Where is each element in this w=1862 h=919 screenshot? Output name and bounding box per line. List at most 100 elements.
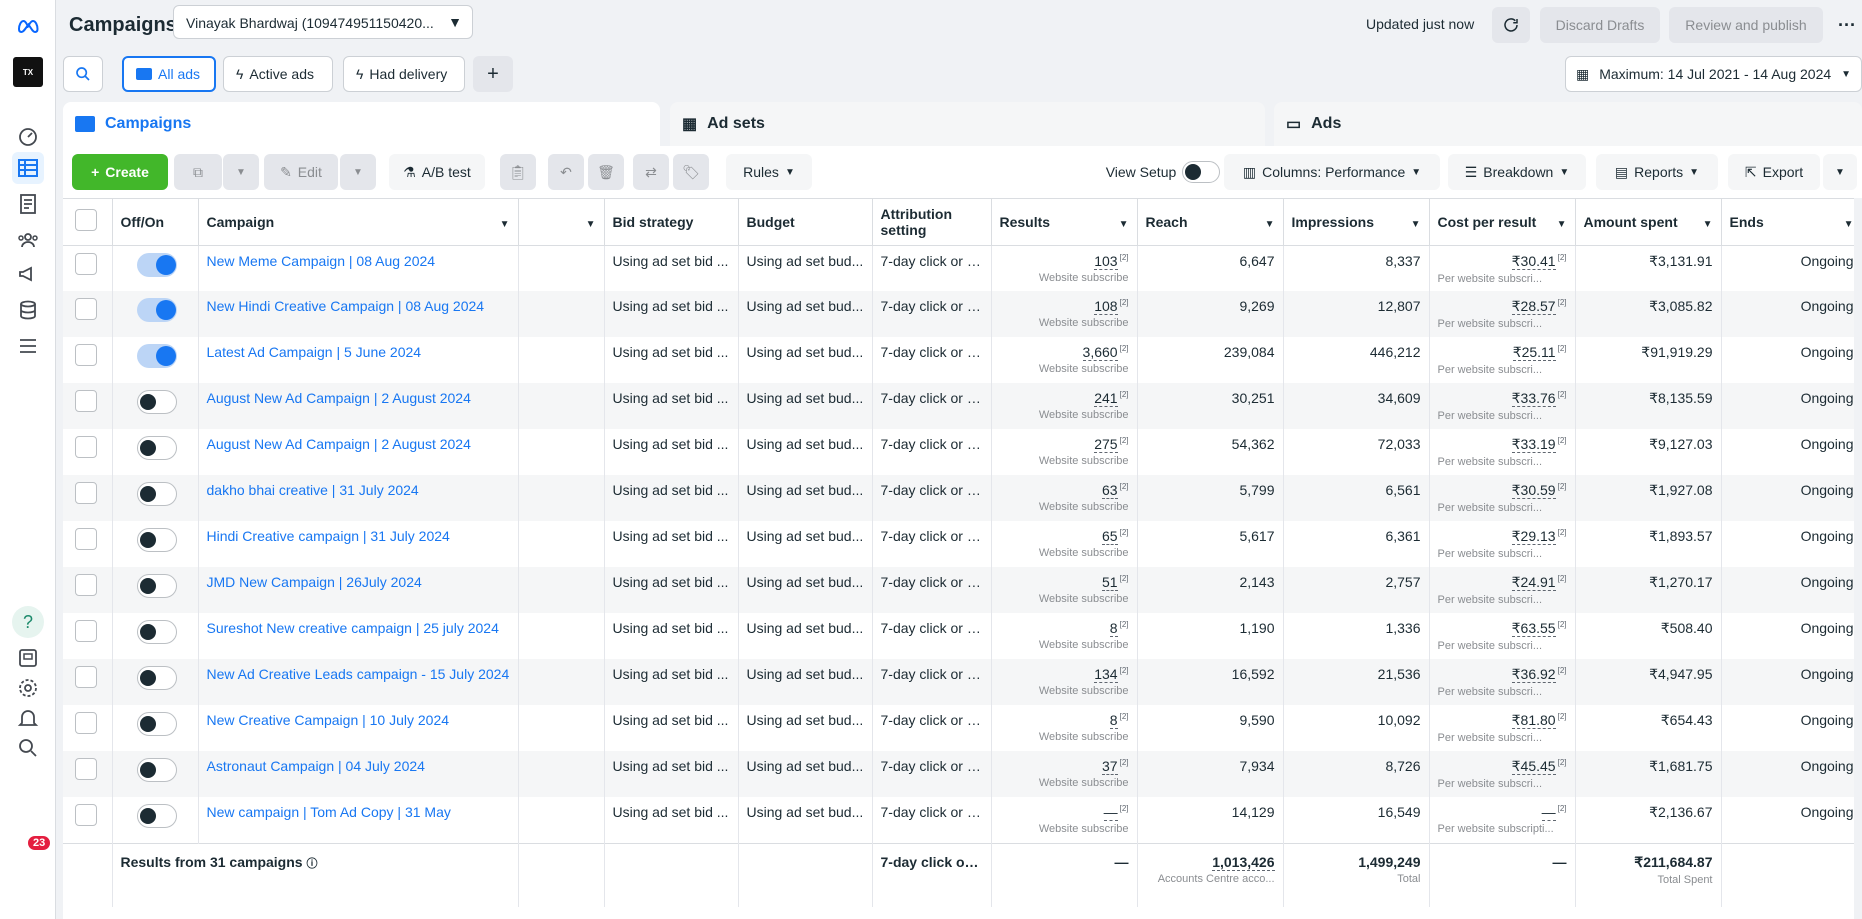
- results-value[interactable]: 51: [1102, 574, 1118, 591]
- undo-button[interactable]: ↶: [548, 154, 584, 190]
- row-checkbox[interactable]: [75, 390, 97, 412]
- create-button[interactable]: + Create: [72, 154, 168, 190]
- cpr-value[interactable]: ₹63.55: [1511, 620, 1556, 637]
- export-dropdown[interactable]: ▼: [1823, 154, 1857, 190]
- row-checkbox[interactable]: [75, 574, 97, 596]
- view-setup-switch[interactable]: [1182, 161, 1221, 183]
- campaign-toggle[interactable]: [136, 620, 177, 644]
- campaign-name-link[interactable]: New campaign | Tom Ad Copy | 31 May: [207, 804, 451, 820]
- ends-header[interactable]: Ends ▼: [1721, 199, 1862, 246]
- impressions-header[interactable]: Impressions ▼: [1283, 199, 1430, 246]
- settings-icon[interactable]: [12, 672, 44, 704]
- campaign-toggle[interactable]: [136, 758, 177, 782]
- campaign-name-link[interactable]: Sureshot New creative campaign | 25 july…: [207, 620, 499, 636]
- delete-button[interactable]: 🗑︎: [588, 154, 624, 190]
- campaigns-table-icon[interactable]: [12, 152, 44, 184]
- row-checkbox[interactable]: [75, 436, 97, 458]
- duplicate-button[interactable]: ⧉: [174, 154, 222, 190]
- table-row[interactable]: Sureshot New creative campaign | 25 july…: [63, 613, 1862, 659]
- news-icon[interactable]: [12, 642, 44, 674]
- results-value[interactable]: 63: [1102, 482, 1118, 499]
- columns-button[interactable]: ▥ Columns: Performance ▼: [1224, 154, 1440, 190]
- date-range-picker[interactable]: ▦ Maximum: 14 Jul 2021 - 14 Aug 2024 ▼: [1565, 56, 1862, 92]
- add-filter-button[interactable]: +: [473, 56, 513, 92]
- edit-dropdown[interactable]: ▼: [340, 154, 376, 190]
- row-checkbox[interactable]: [75, 666, 97, 688]
- review-publish-button[interactable]: Review and publish: [1669, 7, 1823, 43]
- account-avatar[interactable]: TX: [12, 56, 44, 88]
- results-value[interactable]: 103: [1094, 252, 1118, 270]
- results-value[interactable]: 108: [1094, 298, 1118, 315]
- ab-test-button[interactable]: ⚗ A/B test: [389, 154, 485, 190]
- refresh-button[interactable]: [1492, 7, 1530, 43]
- bid-strategy-header[interactable]: Bid strategy: [604, 199, 739, 246]
- export-button[interactable]: ⇱ Export: [1728, 154, 1820, 190]
- campaign-name-link[interactable]: August New Ad Campaign | 2 August 2024: [207, 390, 471, 406]
- row-checkbox[interactable]: [75, 620, 97, 642]
- vertical-scrollbar[interactable]: [1854, 198, 1862, 919]
- results-value[interactable]: —: [1103, 804, 1118, 821]
- table-row[interactable]: New Ad Creative Leads campaign - 15 July…: [63, 659, 1862, 705]
- results-value[interactable]: 8: [1109, 620, 1118, 637]
- clipboard-button[interactable]: 📋︎: [500, 154, 536, 190]
- menu-icon[interactable]: [12, 330, 44, 362]
- campaign-header[interactable]: Campaign ▼: [198, 199, 519, 246]
- had-delivery-filter[interactable]: ϟ Had delivery: [343, 56, 465, 92]
- info-icon[interactable]: ⓘ: [306, 858, 317, 870]
- tab-campaigns[interactable]: Campaigns: [63, 102, 660, 146]
- cpr-value[interactable]: —: [1541, 804, 1556, 821]
- cpr-value[interactable]: ₹29.13: [1511, 528, 1556, 545]
- campaign-name-link[interactable]: Latest Ad Campaign | 5 June 2024: [207, 344, 422, 360]
- cpr-value[interactable]: ₹33.76: [1511, 390, 1556, 407]
- tab-ads[interactable]: ▭ Ads: [1274, 102, 1862, 146]
- table-row[interactable]: JMD New Campaign | 26July 2024 Using ad s…: [63, 567, 1862, 613]
- row-checkbox[interactable]: [75, 804, 97, 826]
- notifications-bell-icon[interactable]: [12, 702, 44, 734]
- reach-header[interactable]: Reach ▼: [1137, 199, 1284, 246]
- row-checkbox[interactable]: [75, 712, 97, 734]
- discard-drafts-button[interactable]: Discard Drafts: [1540, 7, 1660, 43]
- breakdown-button[interactable]: ☰ Breakdown ▼: [1448, 154, 1586, 190]
- row-checkbox[interactable]: [75, 344, 97, 366]
- all-ads-filter[interactable]: All ads: [122, 56, 216, 92]
- campaign-toggle[interactable]: [136, 252, 177, 277]
- campaign-toggle[interactable]: [136, 344, 177, 368]
- more-options-icon[interactable]: ···: [1832, 7, 1862, 43]
- campaign-name-link[interactable]: New Meme Campaign | 08 Aug 2024: [207, 253, 436, 269]
- row-checkbox[interactable]: [75, 252, 97, 275]
- table-row[interactable]: New Meme Campaign | 08 Aug 2024 Using ad …: [63, 245, 1862, 291]
- budget-header[interactable]: Budget: [738, 199, 873, 246]
- table-row[interactable]: dakho bhai creative | 31 July 2024 Using …: [63, 475, 1862, 521]
- table-row[interactable]: New campaign | Tom Ad Copy | 31 May Using…: [63, 797, 1862, 843]
- results-header[interactable]: Results ▼: [991, 199, 1138, 246]
- campaign-toggle[interactable]: [136, 298, 177, 322]
- row-checkbox[interactable]: [75, 482, 97, 504]
- campaign-toggle[interactable]: [136, 804, 177, 828]
- table-row[interactable]: August New Ad Campaign | 2 August 2024 Us…: [63, 383, 1862, 429]
- share-button[interactable]: ⇄: [633, 154, 669, 190]
- campaign-toggle[interactable]: [136, 482, 177, 506]
- campaign-name-link[interactable]: New Ad Creative Leads campaign - 15 July…: [207, 666, 510, 682]
- cpr-value[interactable]: ₹81.80: [1511, 712, 1556, 729]
- campaign-toggle[interactable]: [136, 574, 177, 598]
- table-row[interactable]: New Hindi Creative Campaign | 08 Aug 202…: [63, 291, 1862, 337]
- table-row[interactable]: Latest Ad Campaign | 5 June 2024 Using ad…: [63, 337, 1862, 383]
- campaign-name-link[interactable]: August New Ad Campaign | 2 August 2024: [207, 436, 471, 452]
- results-value[interactable]: 65: [1102, 528, 1118, 545]
- cpr-value[interactable]: ₹33.19: [1511, 436, 1556, 453]
- row-checkbox[interactable]: [75, 528, 97, 550]
- results-value[interactable]: 37: [1102, 758, 1118, 775]
- results-value[interactable]: 241: [1094, 390, 1118, 407]
- row-checkbox[interactable]: [75, 758, 97, 780]
- cpr-value[interactable]: ₹24.91: [1511, 574, 1556, 591]
- reports-icon[interactable]: [12, 188, 44, 220]
- campaign-toggle[interactable]: [136, 436, 177, 460]
- view-setup-toggle[interactable]: View Setup: [1095, 154, 1231, 190]
- account-selector[interactable]: Vinayak Bhardwaj (109474951150420... ▼: [173, 5, 473, 39]
- table-row[interactable]: Astronaut Campaign | 04 July 2024 Using a…: [63, 751, 1862, 797]
- attribution-header[interactable]: Attribution setting: [872, 199, 992, 246]
- campaign-toggle[interactable]: [136, 390, 177, 414]
- dashboard-icon[interactable]: [12, 120, 44, 152]
- campaign-name-link[interactable]: JMD New Campaign | 26July 2024: [207, 574, 422, 590]
- cpr-value[interactable]: ₹30.59: [1511, 482, 1556, 499]
